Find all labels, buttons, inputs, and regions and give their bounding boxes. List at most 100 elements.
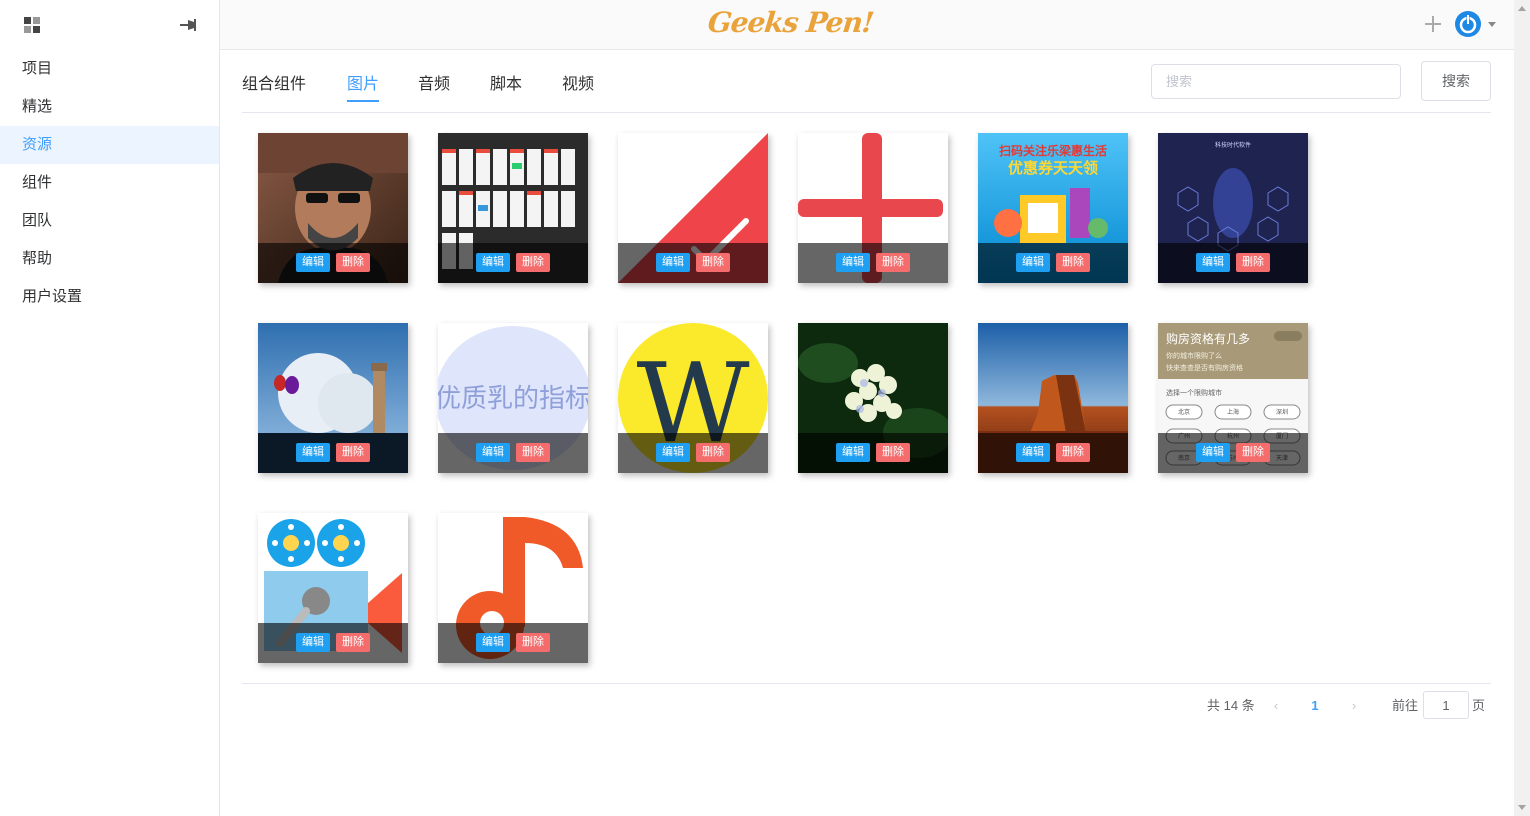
image-card: 编辑 删除 [258, 133, 408, 283]
edit-button[interactable]: 编辑 [656, 443, 690, 462]
card-action-bar: 编辑 删除 [978, 243, 1128, 283]
card-action-bar: 编辑 删除 [1158, 243, 1308, 283]
edit-button[interactable]: 编辑 [1016, 253, 1050, 272]
sidebar-item-featured[interactable]: 精选 [0, 88, 219, 126]
search-button[interactable]: 搜索 [1421, 61, 1491, 101]
card-action-bar: 编辑 删除 [438, 243, 588, 283]
scroll-down-icon[interactable] [1518, 805, 1526, 810]
svg-text:科技时代软件: 科技时代软件 [1215, 141, 1251, 149]
tab-combined-components[interactable]: 组合组件 [242, 70, 306, 102]
image-card: 编辑 删除 [618, 133, 768, 283]
edit-button[interactable]: 编辑 [1196, 443, 1230, 462]
edit-button[interactable]: 编辑 [476, 253, 510, 272]
edit-button[interactable]: 编辑 [1016, 443, 1050, 462]
pagination-total: 共 14 条 [1207, 698, 1255, 713]
top-header: Geeks Pen! [220, 0, 1514, 50]
delete-button[interactable]: 删除 [516, 443, 550, 462]
edit-button[interactable]: 编辑 [476, 443, 510, 462]
sidebar-item-user-settings[interactable]: 用户设置 [0, 278, 219, 316]
tab-video[interactable]: 视频 [562, 70, 594, 102]
tab-audio[interactable]: 音频 [418, 70, 450, 102]
image-card: 扫码关注乐梁惠生活 优惠券天天领 编辑 删除 [978, 133, 1128, 283]
edit-button[interactable]: 编辑 [836, 253, 870, 272]
edit-button[interactable]: 编辑 [656, 253, 690, 272]
sidebar-item-components[interactable]: 组件 [0, 164, 219, 202]
image-card: 编辑 删除 [978, 323, 1128, 473]
prev-page-icon[interactable]: ‹ [1268, 692, 1284, 720]
card-action-bar: 编辑 删除 [258, 243, 408, 283]
delete-button[interactable]: 删除 [516, 253, 550, 272]
search-input[interactable] [1151, 64, 1401, 99]
sidebar-item-help[interactable]: 帮助 [0, 240, 219, 278]
svg-text:购房资格有几多: 购房资格有几多 [1166, 331, 1250, 346]
tab-scripts[interactable]: 脚本 [490, 70, 522, 102]
page-jump-input[interactable] [1423, 691, 1469, 719]
card-action-bar: 编辑 删除 [438, 433, 588, 473]
sidebar-item-resources[interactable]: 资源 [0, 126, 219, 164]
sidebar-menu: 项目 精选 资源 组件 团队 帮助 用户设置 [0, 50, 219, 316]
svg-text:你的城市限购了么: 你的城市限购了么 [1166, 351, 1222, 360]
delete-button[interactable]: 删除 [336, 253, 370, 272]
image-card: 编辑 删除 [258, 323, 408, 473]
main-content: 组合组件 图片 音频 脚本 视频 搜索 编辑 删除 [242, 50, 1492, 816]
page-number-current[interactable]: 1 [1307, 692, 1323, 720]
svg-text:选择一个限购城市: 选择一个限购城市 [1166, 388, 1222, 397]
power-avatar-icon[interactable] [1454, 10, 1482, 38]
card-action-bar: 编辑 删除 [798, 433, 948, 473]
delete-button[interactable]: 删除 [696, 253, 730, 272]
tab-images[interactable]: 图片 [347, 70, 380, 102]
svg-text:快来查查是否有购房资格: 快来查查是否有购房资格 [1166, 363, 1243, 372]
image-card: 编辑 删除 [438, 133, 588, 283]
delete-button[interactable]: 删除 [876, 253, 910, 272]
card-action-bar: 编辑 删除 [798, 243, 948, 283]
image-card: 编辑 删除 [438, 513, 588, 663]
card-action-bar: 编辑 删除 [618, 243, 768, 283]
edit-button[interactable]: 编辑 [296, 443, 330, 462]
card-action-bar: 编辑 删除 [258, 433, 408, 473]
edit-button[interactable]: 编辑 [476, 633, 510, 652]
sidebar-item-team[interactable]: 团队 [0, 202, 219, 240]
pin-icon[interactable] [180, 18, 198, 32]
sidebar: 项目 精选 资源 组件 团队 帮助 用户设置 [0, 0, 220, 816]
delete-button[interactable]: 删除 [1236, 253, 1270, 272]
card-action-bar: 编辑 删除 [438, 623, 588, 663]
image-card: 优质乳的指标 编辑 删除 [438, 323, 588, 473]
delete-button[interactable]: 删除 [336, 633, 370, 652]
goto-label: 前往 [1392, 698, 1419, 713]
edit-button[interactable]: 编辑 [296, 253, 330, 272]
grid-icon[interactable] [24, 17, 40, 33]
sidebar-item-projects[interactable]: 项目 [0, 50, 219, 88]
next-page-icon[interactable]: › [1346, 692, 1362, 720]
delete-button[interactable]: 删除 [1056, 253, 1090, 272]
delete-button[interactable]: 删除 [336, 443, 370, 462]
scroll-up-icon[interactable] [1518, 6, 1526, 11]
svg-text:优质乳的指标: 优质乳的指标 [438, 384, 588, 414]
delete-button[interactable]: 删除 [516, 633, 550, 652]
page-unit-label: 页 [1472, 698, 1486, 713]
delete-button[interactable]: 删除 [1236, 443, 1270, 462]
image-card: 编辑 删除 [258, 513, 408, 663]
delete-button[interactable]: 删除 [696, 443, 730, 462]
card-action-bar: 编辑 删除 [978, 433, 1128, 473]
image-card: 编辑 删除 [798, 133, 948, 283]
sidebar-top [0, 0, 219, 50]
logo[interactable]: Geeks Pen! [706, 6, 875, 39]
resource-tabs: 组合组件 图片 音频 脚本 视频 搜索 [242, 50, 1491, 113]
plus-icon[interactable] [1423, 14, 1443, 34]
edit-button[interactable]: 编辑 [836, 443, 870, 462]
svg-text:扫码关注乐梁惠生活: 扫码关注乐梁惠生活 [999, 143, 1107, 158]
image-card: 编辑 删除 [798, 323, 948, 473]
vertical-scrollbar[interactable] [1514, 0, 1530, 816]
image-card: W 编辑 删除 [618, 323, 768, 473]
svg-text:优惠券天天领: 优惠券天天领 [1008, 159, 1098, 177]
image-card: 科技时代软件 编辑 删除 [1158, 133, 1308, 283]
svg-text:深圳: 深圳 [1276, 408, 1288, 416]
edit-button[interactable]: 编辑 [296, 633, 330, 652]
edit-button[interactable]: 编辑 [1196, 253, 1230, 272]
card-action-bar: 编辑 删除 [618, 433, 768, 473]
delete-button[interactable]: 删除 [876, 443, 910, 462]
svg-text:上海: 上海 [1227, 408, 1239, 416]
pagination-divider [242, 683, 1491, 684]
delete-button[interactable]: 删除 [1056, 443, 1090, 462]
caret-down-icon[interactable] [1488, 22, 1496, 28]
